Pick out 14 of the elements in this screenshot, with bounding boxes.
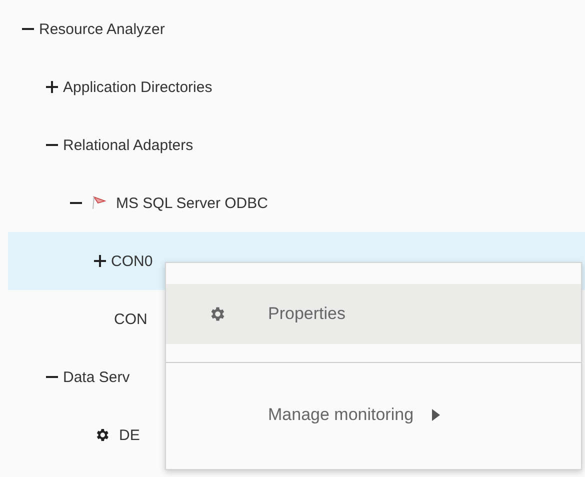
tree-item[interactable]: Relational Adapters xyxy=(63,136,194,154)
flag-icon xyxy=(91,195,107,211)
expand-icon[interactable] xyxy=(94,255,106,267)
expand-icon[interactable] xyxy=(46,81,58,93)
menu-item[interactable]: Manage monitoring xyxy=(166,385,581,445)
tree-item[interactable]: Data Serv xyxy=(63,368,130,386)
gear-icon xyxy=(94,427,110,443)
menu-item[interactable]: Properties xyxy=(166,284,581,344)
tree-item[interactable]: DE xyxy=(119,426,140,444)
tree-item[interactable]: CON xyxy=(114,310,148,328)
tree-item[interactable]: Resource Analyzer xyxy=(39,20,165,38)
tree-item[interactable]: CON0 xyxy=(111,252,153,270)
tree-item[interactable]: MS SQL Server ODBC xyxy=(116,194,268,212)
tree-item[interactable]: Application Directories xyxy=(63,78,212,96)
